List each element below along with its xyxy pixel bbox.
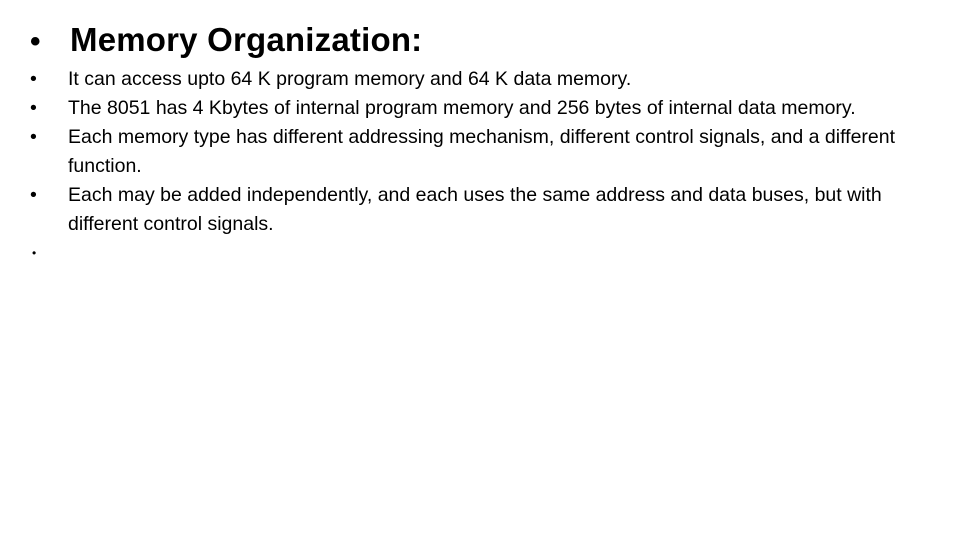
bullet-item-empty: • xyxy=(30,239,940,268)
bullet-item: • Each memory type has different address… xyxy=(30,123,940,181)
slide-title: Memory Organization: xyxy=(70,21,423,58)
bullet-item: • The 8051 has 4 Kbytes of internal prog… xyxy=(30,94,940,123)
bullet-text: It can access upto 64 K program memory a… xyxy=(68,68,632,90)
slide-title-row: • Memory Organization: xyxy=(30,18,422,64)
bullet-icon: • xyxy=(30,184,37,206)
bullet-list: • It can access upto 64 K program memory… xyxy=(30,65,940,268)
slide: • Memory Organization: • It can access u… xyxy=(0,0,960,540)
bullet-text: Each may be added independently, and eac… xyxy=(68,184,882,235)
bullet-item: • It can access upto 64 K program memory… xyxy=(30,65,940,94)
bullet-text: Each memory type has different addressin… xyxy=(68,126,896,177)
title-bullet-icon: • xyxy=(30,25,41,58)
bullet-item: • Each may be added independently, and e… xyxy=(30,181,940,239)
bullet-text: The 8051 has 4 Kbytes of internal progra… xyxy=(68,97,856,119)
bullet-icon: • xyxy=(30,126,37,148)
bullet-icon: • xyxy=(32,246,37,260)
bullet-icon: • xyxy=(30,68,37,90)
bullet-icon: • xyxy=(30,97,37,119)
